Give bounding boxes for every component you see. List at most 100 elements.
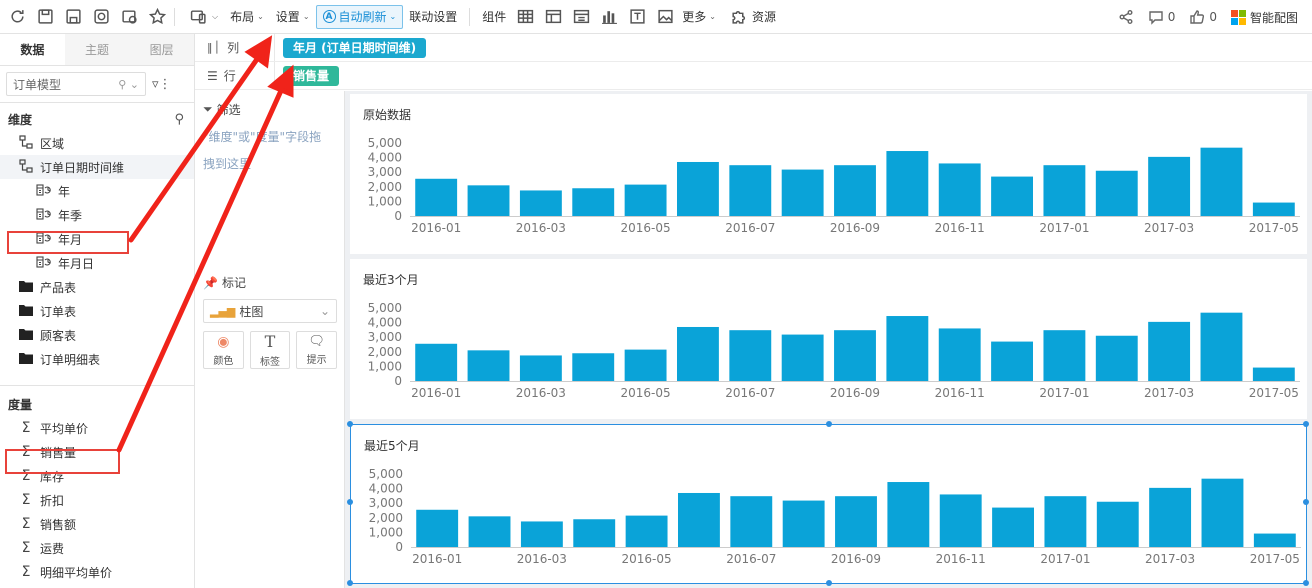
label-mark-button[interactable]: T 标签 xyxy=(249,331,291,369)
resources-button[interactable]: 资源 xyxy=(728,6,776,28)
bar[interactable] xyxy=(729,165,772,216)
bar[interactable] xyxy=(887,482,930,547)
crosstab-icon[interactable] xyxy=(542,6,564,28)
preview-icon[interactable] xyxy=(90,6,112,28)
columns-shelf[interactable]: ‖│ 列 年月 (订单日期时间维) xyxy=(195,34,1312,62)
bar[interactable] xyxy=(624,349,667,381)
favorite-star-icon[interactable] xyxy=(146,6,168,28)
bar[interactable] xyxy=(467,350,510,381)
resize-handle[interactable] xyxy=(1303,421,1309,427)
tooltip-mark-button[interactable]: 🗨 提示 xyxy=(296,331,338,369)
resize-handle[interactable] xyxy=(347,580,353,586)
bar[interactable] xyxy=(1096,501,1139,547)
bar[interactable] xyxy=(782,500,825,547)
dimension-item[interactable]: 订单表 xyxy=(0,299,194,323)
bar[interactable] xyxy=(468,516,511,547)
dimension-item[interactable]: 区域 xyxy=(0,131,194,155)
bar[interactable] xyxy=(416,509,459,547)
publish-icon[interactable] xyxy=(118,6,140,28)
measure-item[interactable]: Σ 平均单价 xyxy=(0,416,194,440)
model-select[interactable]: 订单模型 ⚲ ⌄ xyxy=(6,72,146,96)
settings-menu[interactable]: 设置 ⌄ xyxy=(276,8,310,25)
auto-refresh-button[interactable]: A 自动刷新 ⌄ xyxy=(315,4,404,29)
bar[interactable] xyxy=(781,169,824,216)
bar[interactable] xyxy=(519,355,562,381)
chart-card-last-5-months[interactable]: 最近5个月 0 1,000 2,000 3,000 4,000 5,000 2016-01 2… xyxy=(350,424,1307,584)
bar[interactable] xyxy=(677,326,719,381)
bar[interactable] xyxy=(1200,147,1243,216)
search-icon[interactable]: ⚲ xyxy=(174,112,184,127)
bar[interactable] xyxy=(1149,487,1192,547)
resize-handle[interactable] xyxy=(1303,499,1309,505)
dimension-item[interactable]: 年 xyxy=(0,179,194,203)
measure-item[interactable]: Σ 销售额 xyxy=(0,512,194,536)
table-icon[interactable] xyxy=(514,6,536,28)
link-settings-button[interactable]: 联动设置 xyxy=(409,8,457,25)
bar[interactable] xyxy=(1095,170,1138,216)
bar[interactable] xyxy=(939,494,982,547)
bar[interactable] xyxy=(886,151,929,216)
comments-button[interactable]: 0 xyxy=(1148,9,1175,25)
refresh-icon[interactable] xyxy=(6,6,28,28)
bar[interactable] xyxy=(467,185,510,216)
bar[interactable] xyxy=(1043,165,1086,216)
share-button[interactable] xyxy=(1118,9,1134,25)
bar[interactable] xyxy=(1148,321,1191,381)
tab-theme[interactable]: 主题 xyxy=(64,34,130,65)
bar[interactable] xyxy=(886,316,929,381)
bar[interactable] xyxy=(1095,335,1138,381)
bar[interactable] xyxy=(1252,367,1295,381)
bar[interactable] xyxy=(415,343,458,381)
resize-handle[interactable] xyxy=(347,499,353,505)
measure-item[interactable]: Σ 折扣 xyxy=(0,488,194,512)
bar[interactable] xyxy=(938,328,981,381)
chart-card-raw[interactable]: 原始数据 0 1,000 2,000 3,000 4,000 5,000 2016-01 20… xyxy=(350,94,1307,254)
bar[interactable] xyxy=(835,496,877,547)
bar[interactable] xyxy=(1201,478,1244,547)
measure-item[interactable]: Σ 明细平均单价 xyxy=(0,560,194,584)
resize-handle[interactable] xyxy=(347,421,353,427)
dimension-item[interactable]: 订单明细表 xyxy=(0,347,194,371)
detail-table-icon[interactable] xyxy=(570,6,592,28)
resize-handle[interactable] xyxy=(1303,580,1309,586)
dimension-item[interactable]: 年季 xyxy=(0,203,194,227)
bar[interactable] xyxy=(677,161,719,216)
bar[interactable] xyxy=(834,330,876,381)
filter-settings-icon[interactable]: ▿⋮ xyxy=(152,77,172,92)
dimension-item[interactable]: 年月日 xyxy=(0,251,194,275)
more-menu[interactable]: 更多 ⌄ xyxy=(682,8,716,25)
bar[interactable] xyxy=(1044,496,1087,547)
bar[interactable] xyxy=(625,515,668,547)
bar[interactable] xyxy=(572,188,615,216)
bar[interactable] xyxy=(938,163,981,216)
bar[interactable] xyxy=(991,176,1033,216)
bar[interactable] xyxy=(781,334,824,381)
bar[interactable] xyxy=(1253,533,1296,547)
row-field-pill[interactable]: 销售量 xyxy=(283,65,340,86)
layout-menu[interactable]: 布局 ⌄ xyxy=(230,8,264,25)
smart-chart-button[interactable]: 智能配图 xyxy=(1230,9,1298,26)
dimension-item[interactable]: 顾客表 xyxy=(0,323,194,347)
resize-handle[interactable] xyxy=(826,580,832,586)
measure-item[interactable]: Σ 运费 xyxy=(0,536,194,560)
bar[interactable] xyxy=(991,341,1033,381)
resize-handle[interactable] xyxy=(826,421,832,427)
device-dropdown[interactable]: ⌵ xyxy=(187,6,218,28)
save-as-icon[interactable] xyxy=(62,6,84,28)
text-box-icon[interactable] xyxy=(626,6,648,28)
bar[interactable] xyxy=(415,178,458,216)
tab-layers[interactable]: 图层 xyxy=(129,34,195,65)
bar-chart-icon[interactable] xyxy=(598,6,620,28)
bar[interactable] xyxy=(572,353,615,381)
filter-drop-hint[interactable]: "维度"或"度量"字段拖拽到这里 xyxy=(195,118,335,178)
bar[interactable] xyxy=(834,165,876,216)
chart-card-last-3-months[interactable]: 最近3个月 0 1,000 2,000 3,000 4,000 5,000 2016-01 2… xyxy=(350,259,1307,419)
dimension-item[interactable]: 订单日期时间维 xyxy=(0,155,194,179)
image-icon[interactable] xyxy=(654,6,676,28)
tab-data[interactable]: 数据 xyxy=(0,34,65,65)
bar[interactable] xyxy=(1200,312,1243,381)
bar[interactable] xyxy=(678,492,720,547)
bar[interactable] xyxy=(730,496,773,547)
bar[interactable] xyxy=(729,330,772,381)
bar[interactable] xyxy=(1252,202,1295,216)
